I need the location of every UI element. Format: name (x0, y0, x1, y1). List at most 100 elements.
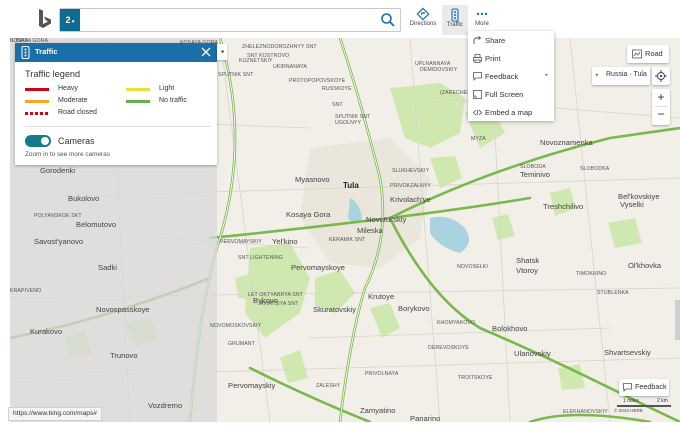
traffic-panel-header: Traffic (15, 43, 217, 62)
traffic-light-icon (21, 46, 30, 59)
feedback-button[interactable]: Feedback (619, 379, 669, 396)
map-place-label: Vozdremo (148, 401, 183, 410)
map-place-label: SLUKHEVSKIY (392, 168, 430, 174)
map-place-label: Sadki (98, 263, 117, 272)
embed-icon (473, 109, 482, 116)
map-place-label: Novospasskoye (96, 305, 150, 314)
locate-me-button[interactable] (652, 67, 670, 85)
menu-item-share[interactable]: Share (468, 32, 554, 50)
fullscreen-icon (473, 90, 482, 99)
map-place-label: Kosaya Gora (286, 210, 331, 219)
legend-heavy-label: Heavy (58, 85, 78, 92)
traffic-label: Traffic (446, 22, 464, 28)
submenu-arrow-icon: ▸ (545, 72, 548, 78)
menu-item-label: Full Screen (485, 90, 524, 99)
zoom-in-button[interactable]: + (652, 89, 670, 106)
directions-icon (416, 7, 430, 21)
map-place-label: Trunovo (110, 351, 138, 360)
map-place-label: Vyselki (620, 200, 644, 209)
map-place-label: Pervomayskiy (228, 381, 276, 390)
map-place-label: GRUMANT (228, 341, 255, 347)
status-bar-url: https://www.bing.com/maps# (8, 407, 102, 421)
traffic-button[interactable]: Traffic (442, 5, 468, 35)
more-menu: Share Print Feedback ▸ Full Screen Embed… (468, 31, 554, 121)
map-place-label: MYZA (471, 136, 486, 142)
search-count-badge[interactable]: 2 ▾ (60, 9, 80, 31)
map-place-label: Borykovo (398, 304, 430, 313)
menu-item-fullscreen[interactable]: Full Screen (468, 86, 554, 104)
map-place-label: Ol'khovka (628, 261, 662, 270)
menu-item-label: Share (485, 36, 506, 45)
legend-heavy-swatch (25, 88, 49, 91)
map-place-label: NOVOSELKI (457, 264, 488, 270)
legend-no-traffic-label: No traffic (159, 97, 187, 104)
map-place-label: PERVOMAYSKIY (220, 239, 262, 245)
bing-logo[interactable] (36, 7, 54, 31)
feedback-label: Feedback (635, 382, 667, 391)
map-place-label: KERAMIK SNT (329, 237, 366, 243)
map-place-label: ZALESHY (316, 383, 341, 389)
map-place-label: AVIATSIYA SNT (260, 301, 299, 307)
map-place-label: Tula (343, 181, 359, 190)
map-place-label: NOVOMOSKOVSKIY (210, 323, 262, 329)
directions-button[interactable]: Directions (406, 7, 440, 35)
map-place-label: Gorodenki (40, 166, 76, 175)
search-icon[interactable] (380, 12, 396, 28)
map-place-label: Treshchilivo (543, 202, 584, 211)
search-input[interactable] (84, 12, 378, 29)
directions-label: Directions (409, 21, 437, 27)
map-place-label: Shatsk (516, 256, 540, 265)
map-place-label: PROTOPOPOVSKOYE (289, 78, 346, 84)
print-icon (473, 54, 482, 63)
menu-item-label: Feedback (485, 72, 519, 81)
map-place-label: SLOBODKA (580, 166, 610, 172)
map-place-label: Myasnovo (295, 175, 330, 184)
feedback-icon (473, 72, 482, 81)
collapse-panel-button[interactable]: ◂ (217, 44, 227, 60)
legend-road-closed-label: Road closed (58, 109, 97, 116)
map-place-label: KUZNETSKIY (239, 58, 273, 64)
zoom-out-button[interactable]: − (652, 107, 670, 124)
menu-item-feedback[interactable]: Feedback ▸ (468, 68, 554, 86)
map-place-label: Novotul'skiy (366, 215, 407, 224)
map-place-label: Belomutovo (76, 220, 117, 229)
map-place-label: Mileska (357, 226, 383, 235)
map-style-road-button[interactable]: Road (627, 45, 669, 63)
traffic-legend-title: Traffic legend (25, 69, 81, 79)
cameras-toggle[interactable] (25, 135, 51, 147)
scroll-handle[interactable] (675, 300, 680, 340)
map-style-icon (632, 49, 642, 59)
map-place-label: KHOMYAKOVO (437, 320, 476, 326)
map-place-label: POLYANSKOE SKT (34, 213, 82, 219)
map-place-label: SNT LIGHTENING (238, 255, 283, 261)
legend-no-traffic-swatch (126, 100, 150, 103)
cameras-note: Zoom in to see more cameras (25, 151, 110, 158)
map-place-label: Novoznamenka (540, 138, 593, 147)
map-place-label: Krivolach'ye (390, 195, 431, 204)
menu-item-embed[interactable]: Embed a map (468, 104, 554, 122)
map-place-label: UPLNANNAYA (415, 61, 451, 67)
map-place-label: Kurakovo (30, 327, 63, 336)
location-breadcrumb[interactable]: ▸ Russia · Tula (592, 67, 650, 85)
map-place-label: TROITSKOYE (458, 375, 493, 381)
more-label: More (475, 21, 489, 27)
more-dots-icon (476, 12, 488, 16)
share-icon (473, 36, 482, 44)
top-bar: 2 ▾ Directions Traffic More (0, 0, 680, 38)
map-place-label: KRAPIVENO (10, 288, 42, 294)
legend-light-label: Light (159, 85, 175, 92)
map-place-label: Ulanovskiy (514, 349, 551, 358)
map-place-label: Skuratovskiy (313, 305, 357, 314)
close-icon[interactable] (200, 46, 212, 58)
road-label: Road (645, 49, 663, 58)
traffic-light-icon (451, 8, 459, 22)
feedback-icon (623, 383, 632, 392)
legend-light-swatch (126, 88, 150, 91)
map-place-label: RUSSKOYE (322, 86, 352, 92)
menu-item-print[interactable]: Print (468, 50, 554, 68)
map-place-label: SNT (332, 102, 343, 108)
toggle-knob (41, 137, 49, 145)
breadcrumb-text: Russia · Tula (606, 71, 647, 78)
map-place-label: Krutoye (368, 292, 395, 301)
map-place-label: Yel'kino (272, 237, 298, 246)
